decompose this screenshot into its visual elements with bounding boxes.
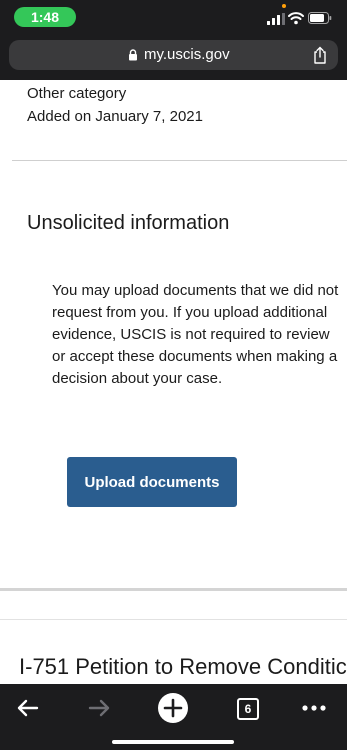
section-divider xyxy=(12,160,347,161)
tab-switcher-button[interactable]: 6 xyxy=(231,692,263,724)
back-arrow-icon[interactable] xyxy=(12,692,44,724)
case-category: Other category xyxy=(27,85,127,102)
case-added-date: Added on January 7, 2021 xyxy=(27,108,203,125)
battery-icon xyxy=(308,12,332,24)
url-text: my.uscis.gov xyxy=(144,46,230,63)
address-bar[interactable]: my.uscis.gov xyxy=(9,40,338,70)
cellular-signal-icon xyxy=(267,13,285,25)
browser-toolbar: 6 xyxy=(0,684,347,750)
unsolicited-info-heading: Unsolicited information xyxy=(27,212,230,234)
tab-count: 6 xyxy=(237,698,259,720)
next-card-top-edge xyxy=(0,619,347,620)
card-bottom-edge xyxy=(0,588,347,591)
page-content: Other category Added on January 7, 2021 … xyxy=(0,80,347,684)
upload-documents-button[interactable]: Upload documents xyxy=(67,457,237,507)
wifi-icon xyxy=(288,12,304,25)
share-icon[interactable] xyxy=(312,46,328,64)
new-tab-plus-icon[interactable] xyxy=(157,692,189,724)
status-time: 1:48 xyxy=(14,7,76,27)
forward-arrow-icon[interactable] xyxy=(83,692,115,724)
next-case-heading[interactable]: I-751 Petition to Remove Conditic xyxy=(19,654,347,680)
browser-url-area: my.uscis.gov xyxy=(0,34,347,80)
status-bar: 1:48 xyxy=(0,0,347,34)
more-options-icon[interactable] xyxy=(298,692,330,724)
lock-icon xyxy=(129,49,137,61)
home-indicator xyxy=(112,740,234,744)
unsolicited-info-body: You may upload documents that we did not… xyxy=(52,282,339,387)
privacy-indicator-dot xyxy=(282,4,286,8)
